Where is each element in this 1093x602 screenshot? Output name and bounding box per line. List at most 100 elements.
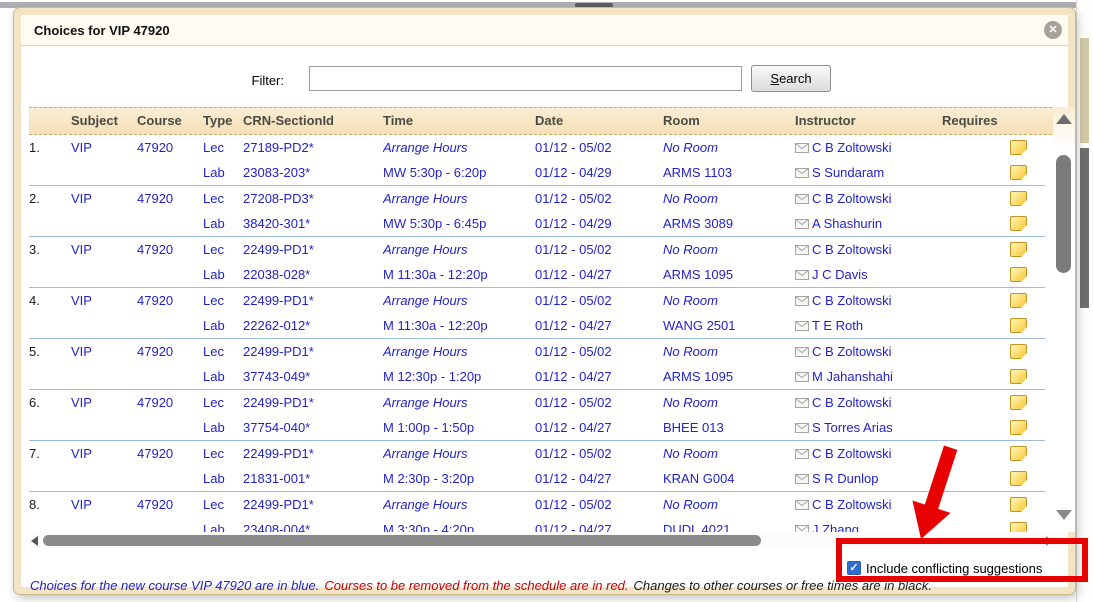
cell-course [137,517,203,532]
cell-room: No Room [663,339,795,364]
include-conflicting-checkbox[interactable]: ✓ [847,561,861,575]
column-header: Date [535,108,663,134]
scroll-up-icon[interactable] [1056,114,1072,124]
cell-course: 47920 [137,186,203,211]
instructor-name: J C Davis [812,262,868,287]
mail-icon[interactable] [795,423,809,433]
cell-time: Arrange Hours [383,441,535,466]
table-row[interactable]: Lab23408-004*M 3:30p - 4:20p01/12 - 04/2… [29,517,1045,532]
mail-icon[interactable] [795,372,809,382]
note-icon[interactable] [1010,293,1027,308]
table-row[interactable]: 1.VIP47920Lec27189-PD2*Arrange Hours01/1… [29,135,1045,160]
table-row[interactable]: Lab37754-040*M 1:00p - 1:50p01/12 - 04/2… [29,415,1045,440]
column-header: Room [663,108,795,134]
table-row[interactable]: 4.VIP47920Lec22499-PD1*Arrange Hours01/1… [29,288,1045,313]
mail-icon[interactable] [795,449,809,459]
note-icon[interactable] [1010,216,1027,231]
search-button[interactable]: Search [751,65,831,92]
note-icon[interactable] [1010,497,1027,512]
scroll-left-icon[interactable] [31,536,38,546]
table-row[interactable]: 8.VIP47920Lec22499-PD1*Arrange Hours01/1… [29,492,1045,517]
choice-group[interactable]: 5.VIP47920Lec22499-PD1*Arrange Hours01/1… [29,339,1045,390]
table-row[interactable]: 2.VIP47920Lec27208-PD3*Arrange Hours01/1… [29,186,1045,211]
note-icon[interactable] [1010,471,1027,486]
mail-icon[interactable] [795,321,809,331]
vertical-scrollbar[interactable] [1053,107,1075,532]
table-row[interactable]: 3.VIP47920Lec22499-PD1*Arrange Hours01/1… [29,237,1045,262]
mail-icon[interactable] [795,194,809,204]
mail-icon[interactable] [795,500,809,510]
note-icon[interactable] [1010,242,1027,257]
cell-time: Arrange Hours [383,390,535,415]
cell-course: 47920 [137,390,203,415]
cell-room: No Room [663,135,795,160]
cell-course: 47920 [137,339,203,364]
instructor-name: C B Zoltowski [812,186,891,211]
cell-room: No Room [663,288,795,313]
mail-icon[interactable] [795,347,809,357]
table-row[interactable]: Lab22038-028*M 11:30a - 12:20p01/12 - 04… [29,262,1045,287]
choice-group[interactable]: 8.VIP47920Lec22499-PD1*Arrange Hours01/1… [29,492,1045,532]
cell-time: M 11:30a - 12:20p [383,262,535,287]
row-index [29,211,71,236]
table-row[interactable]: Lab21831-001*M 2:30p - 3:20p01/12 - 04/2… [29,466,1045,491]
choice-group[interactable]: 2.VIP47920Lec27208-PD3*Arrange Hours01/1… [29,186,1045,237]
scroll-down-icon[interactable] [1056,510,1072,520]
cell-crn-sectionid: 22499-PD1* [243,390,383,415]
cell-crn-sectionid: 27189-PD2* [243,135,383,160]
mail-icon[interactable] [795,296,809,306]
mail-icon[interactable] [795,168,809,178]
close-icon[interactable]: ✕ [1044,21,1062,39]
choice-group[interactable]: 4.VIP47920Lec22499-PD1*Arrange Hours01/1… [29,288,1045,339]
note-icon[interactable] [1010,369,1027,384]
cell-type: Lec [203,339,243,364]
mail-icon[interactable] [795,398,809,408]
choice-group[interactable]: 1.VIP47920Lec27189-PD2*Arrange Hours01/1… [29,135,1045,186]
table-row[interactable]: Lab37743-049*M 12:30p - 1:20p01/12 - 04/… [29,364,1045,389]
mail-icon[interactable] [795,525,809,533]
mail-icon[interactable] [795,474,809,484]
choice-group[interactable]: 3.VIP47920Lec22499-PD1*Arrange Hours01/1… [29,237,1045,288]
choice-group[interactable]: 6.VIP47920Lec22499-PD1*Arrange Hours01/1… [29,390,1045,441]
vertical-scrollbar-thumb[interactable] [1056,155,1071,273]
cell-subject: VIP [71,135,137,160]
note-icon[interactable] [1010,522,1027,532]
note-icon[interactable] [1010,395,1027,410]
cell-time: M 1:00p - 1:50p [383,415,535,440]
note-icon[interactable] [1010,420,1027,435]
horizontal-scrollbar-thumb[interactable] [43,535,761,546]
column-header: CRN-SectionId [243,108,383,134]
mail-icon[interactable] [795,245,809,255]
instructor-name: C B Zoltowski [812,441,891,466]
table-row[interactable]: 6.VIP47920Lec22499-PD1*Arrange Hours01/1… [29,390,1045,415]
row-index [29,262,71,287]
cell-course: 47920 [137,237,203,262]
row-index: 7. [29,441,71,466]
note-icon[interactable] [1010,267,1027,282]
cell-subject [71,313,137,338]
note-icon[interactable] [1010,191,1027,206]
table-row[interactable]: Lab23083-203*MW 5:30p - 6:20p01/12 - 04/… [29,160,1045,185]
note-icon[interactable] [1010,165,1027,180]
note-icon[interactable] [1010,446,1027,461]
table-row[interactable]: Lab22262-012*M 11:30a - 12:20p01/12 - 04… [29,313,1045,338]
cell-type: Lab [203,262,243,287]
mail-icon[interactable] [795,143,809,153]
filter-input[interactable] [309,66,742,91]
note-icon[interactable] [1010,318,1027,333]
note-icon[interactable] [1010,140,1027,155]
instructor-name: T E Roth [812,313,863,338]
choice-group[interactable]: 7.VIP47920Lec22499-PD1*Arrange Hours01/1… [29,441,1045,492]
note-icon[interactable] [1010,344,1027,359]
cell-course [137,415,203,440]
table-row[interactable]: Lab38420-301*MW 5:30p - 6:45p01/12 - 04/… [29,211,1045,236]
table-row[interactable]: 7.VIP47920Lec22499-PD1*Arrange Hours01/1… [29,441,1045,466]
row-index [29,466,71,491]
mail-icon[interactable] [795,219,809,229]
mail-icon[interactable] [795,270,809,280]
cell-instructor: C B Zoltowski [795,186,942,211]
cell-course: 47920 [137,441,203,466]
table-row[interactable]: 5.VIP47920Lec22499-PD1*Arrange Hours01/1… [29,339,1045,364]
cell-room: No Room [663,237,795,262]
include-conflicting-label: Include conflicting suggestions [866,561,1042,576]
